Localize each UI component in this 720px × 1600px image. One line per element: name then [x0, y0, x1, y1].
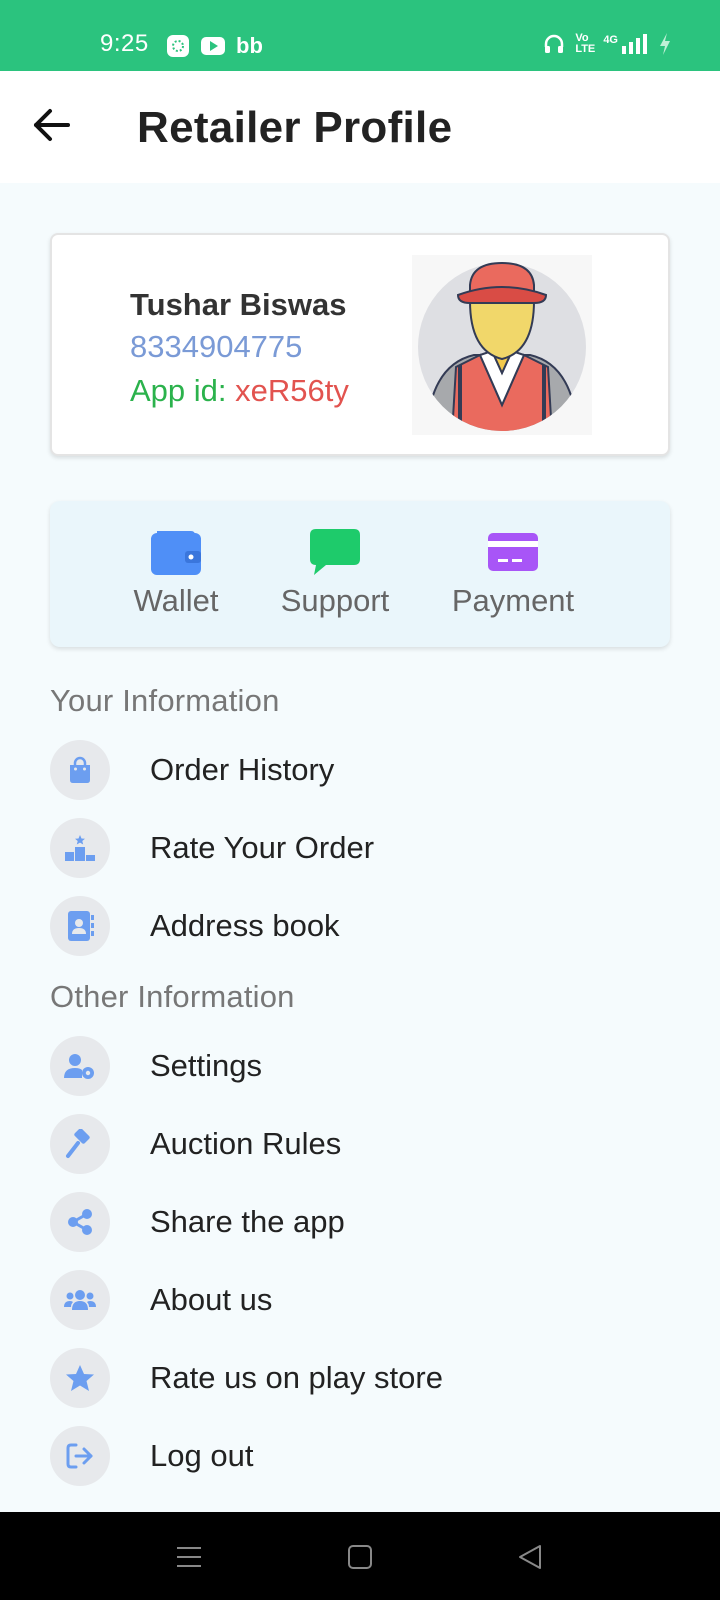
star-icon — [66, 1365, 94, 1391]
retailer-name: Tushar Biswas — [130, 287, 347, 322]
users-icon — [64, 1290, 96, 1310]
podium-icon — [65, 835, 95, 861]
photo-icon — [167, 35, 189, 57]
settings-label: Settings — [150, 1048, 263, 1083]
back-triangle-icon[interactable] — [516, 1542, 546, 1572]
app-id-value: xeR56ty — [235, 373, 349, 408]
logout-icon — [66, 1443, 93, 1469]
menu-item-share-app[interactable]: Share the app — [50, 1192, 670, 1252]
menu-item-address-book[interactable]: Address book — [50, 896, 670, 956]
menu-item-about-us[interactable]: About us — [50, 1270, 670, 1330]
share-icon — [68, 1209, 92, 1235]
status-time: 9:25 — [100, 30, 149, 57]
menu-item-auction-rules[interactable]: Auction Rules — [50, 1114, 670, 1174]
rate-play-store-label: Rate us on play store — [150, 1360, 443, 1395]
profile-card: Tushar Biswas 8334904775 App id: xeR56ty — [50, 233, 670, 456]
support-button[interactable]: Support — [255, 529, 415, 619]
app-bar: Retailer Profile — [0, 71, 720, 183]
bb-app-icon: bb — [236, 33, 263, 58]
section-other-information: Other Information — [50, 979, 295, 1014]
about-us-label: About us — [150, 1282, 273, 1317]
log-out-label: Log out — [150, 1438, 254, 1473]
page-title: Retailer Profile — [137, 103, 453, 152]
system-nav-bar — [0, 1512, 720, 1600]
menu-item-settings[interactable]: Settings — [50, 1036, 670, 1096]
address-book-icon — [68, 911, 94, 941]
app-id-label: App id: — [130, 373, 236, 408]
menu-item-log-out[interactable]: Log out — [50, 1426, 670, 1486]
quick-actions-card: Wallet Support Payment — [50, 501, 670, 647]
wallet-icon — [151, 531, 201, 575]
chat-icon — [310, 529, 360, 575]
home-icon[interactable] — [345, 1542, 375, 1572]
support-label: Support — [280, 583, 390, 618]
retailer-phone: 8334904775 — [130, 329, 303, 364]
app-id: App id: xeR56ty — [130, 373, 349, 409]
order-history-label: Order History — [150, 752, 335, 787]
arrow-left-icon[interactable] — [30, 103, 74, 147]
user-gear-icon — [64, 1054, 94, 1079]
share-app-label: Share the app — [150, 1204, 345, 1239]
status-bar: 9:25 bb Vo LTE 4G — [0, 0, 720, 71]
shopping-bag-icon — [70, 756, 90, 783]
menu-item-order-history[interactable]: Order History — [50, 740, 670, 800]
address-book-label: Address book — [150, 908, 340, 943]
youtube-icon — [201, 37, 225, 55]
retailer-avatar-icon — [412, 255, 592, 435]
rate-order-label: Rate Your Order — [150, 830, 375, 865]
payment-button[interactable]: Payment — [433, 529, 593, 619]
headset-icon — [545, 34, 564, 53]
menu-item-rate-order[interactable]: Rate Your Order — [50, 818, 670, 878]
auction-rules-label: Auction Rules — [150, 1126, 342, 1161]
wallet-button[interactable]: Wallet — [96, 529, 256, 619]
payment-label: Payment — [451, 583, 575, 618]
section-your-information: Your Information — [50, 683, 280, 718]
wallet-label: Wallet — [133, 583, 219, 618]
gavel-icon — [66, 1129, 90, 1158]
menu-icon[interactable] — [174, 1542, 204, 1572]
battery-charging-icon — [660, 33, 670, 55]
menu-item-rate-play-store[interactable]: Rate us on play store — [50, 1348, 670, 1408]
4g-signal-icon: 4G — [603, 34, 648, 54]
credit-card-icon — [488, 533, 538, 571]
volte-icon: Vo LTE — [575, 32, 596, 55]
